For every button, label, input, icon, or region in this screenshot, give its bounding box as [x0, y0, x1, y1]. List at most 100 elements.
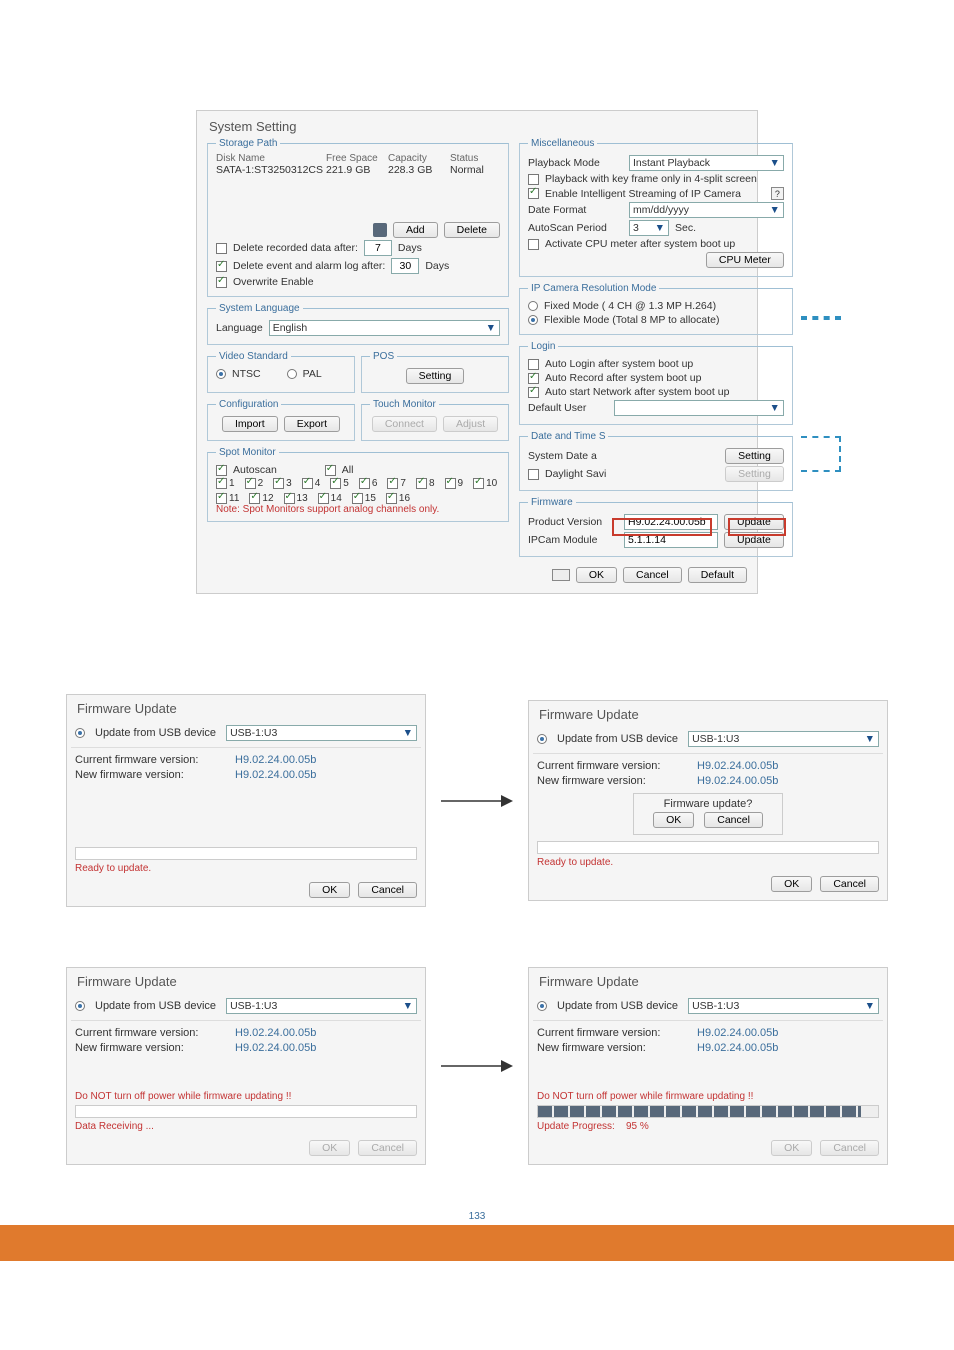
spot-channel-3[interactable]: 3	[273, 478, 292, 489]
cpu-meter-checkbox[interactable]	[528, 239, 539, 250]
callout-dash-1	[801, 316, 841, 320]
spot-channel-checkbox[interactable]	[330, 478, 341, 489]
delete-recorded-checkbox[interactable]	[216, 243, 227, 254]
import-button[interactable]: Import	[222, 416, 278, 432]
flexible-mode-radio[interactable]	[528, 315, 538, 325]
spot-channel-15[interactable]: 15	[352, 493, 376, 504]
fw1-ok-button[interactable]: OK	[309, 882, 350, 898]
spot-channel-10[interactable]: 10	[473, 478, 497, 489]
pal-radio[interactable]	[287, 369, 297, 379]
autoscan-checkbox[interactable]	[216, 465, 227, 476]
spot-channel-14[interactable]: 14	[318, 493, 342, 504]
delete-recorded-days-input[interactable]	[364, 240, 392, 256]
delete-event-days-input[interactable]	[391, 258, 419, 274]
language-select[interactable]: English ▼	[269, 320, 500, 336]
system-setting-dialog: System Setting Storage Path Disk Name Fr…	[196, 110, 758, 594]
update-usb-radio[interactable]	[537, 1001, 547, 1011]
spot-channel-checkbox[interactable]	[284, 493, 295, 504]
spot-channel-9[interactable]: 9	[445, 478, 464, 489]
auto-record-checkbox[interactable]	[528, 373, 539, 384]
spot-channel-checkbox[interactable]	[245, 478, 256, 489]
usb-device-value: USB-1:U3	[230, 727, 277, 739]
date-setting-button[interactable]: Setting	[725, 448, 784, 464]
update-usb-radio[interactable]	[537, 734, 547, 744]
spot-channel-checkbox[interactable]	[216, 493, 227, 504]
update-usb-radio[interactable]	[75, 728, 85, 738]
system-cancel-button[interactable]: Cancel	[623, 567, 682, 583]
date-format-select[interactable]: mm/dd/yyyy ▼	[629, 202, 784, 218]
ntsc-radio[interactable]	[216, 369, 226, 379]
fw2-cancel-button[interactable]: Cancel	[820, 876, 879, 892]
usb-device-select[interactable]: USB-1:U3 ▼	[688, 998, 879, 1014]
touch-connect-button[interactable]: Connect	[372, 416, 437, 432]
daylight-checkbox[interactable]	[528, 469, 539, 480]
spot-channel-13[interactable]: 13	[284, 493, 308, 504]
spot-channel-12[interactable]: 12	[249, 493, 273, 504]
daylight-setting-button[interactable]: Setting	[725, 466, 784, 482]
update-usb-radio[interactable]	[75, 1001, 85, 1011]
current-fw-label: Current firmware version:	[75, 1027, 225, 1039]
confirm-cancel-button[interactable]: Cancel	[704, 812, 763, 828]
delete-event-label: Delete event and alarm log after:	[233, 260, 385, 272]
fw-title: Firmware Update	[75, 699, 417, 722]
pos-setting-button[interactable]: Setting	[406, 368, 465, 384]
disk-row[interactable]: SATA-1:ST3250312CS 221.9 GB 228.3 GB Nor…	[216, 164, 500, 176]
spot-channel-checkbox[interactable]	[386, 493, 397, 504]
spot-channel-checkbox[interactable]	[473, 478, 484, 489]
spot-channel-checkbox[interactable]	[302, 478, 313, 489]
delete-event-checkbox[interactable]	[216, 261, 227, 272]
spot-channel-16[interactable]: 16	[386, 493, 410, 504]
auto-network-checkbox[interactable]	[528, 387, 539, 398]
playback-mode-select[interactable]: Instant Playback ▼	[629, 155, 784, 171]
spot-channel-checkbox[interactable]	[359, 478, 370, 489]
confirm-title: Firmware update?	[642, 798, 774, 810]
fw3-cancel-button: Cancel	[358, 1140, 417, 1156]
add-disk-button[interactable]: Add	[393, 222, 438, 238]
autoscan-period-value: 3	[633, 222, 639, 234]
touch-adjust-button[interactable]: Adjust	[443, 416, 498, 432]
firmware-update-button[interactable]: Update	[724, 514, 784, 530]
fixed-mode-radio[interactable]	[528, 301, 538, 311]
spot-channel-checkbox[interactable]	[387, 478, 398, 489]
ipcam-update-button[interactable]: Update	[724, 532, 784, 548]
delete-disk-button[interactable]: Delete	[444, 222, 500, 238]
current-fw-value: H9.02.24.00.05b	[235, 754, 316, 766]
spot-channel-checkbox[interactable]	[249, 493, 260, 504]
spot-channel-6[interactable]: 6	[359, 478, 378, 489]
ip-stream-checkbox[interactable]	[528, 188, 539, 199]
fw1-cancel-button[interactable]: Cancel	[358, 882, 417, 898]
help-icon[interactable]: ?	[771, 187, 784, 200]
usb-device-select[interactable]: USB-1:U3 ▼	[226, 725, 417, 741]
spot-channel-5[interactable]: 5	[330, 478, 349, 489]
usb-device-select[interactable]: USB-1:U3 ▼	[226, 998, 417, 1014]
overwrite-checkbox[interactable]	[216, 277, 227, 288]
cpu-meter-button[interactable]: CPU Meter	[706, 252, 784, 268]
confirm-ok-button[interactable]: OK	[653, 812, 694, 828]
spot-channel-checkbox[interactable]	[352, 493, 363, 504]
system-ok-button[interactable]: OK	[576, 567, 617, 583]
spot-channel-2[interactable]: 2	[245, 478, 264, 489]
default-user-select[interactable]: ▼	[614, 400, 784, 416]
spot-channel-11[interactable]: 11	[216, 493, 239, 504]
col-name: Disk Name	[216, 153, 326, 164]
keyboard-icon[interactable]	[552, 569, 570, 581]
spot-channel-checkbox[interactable]	[318, 493, 329, 504]
fw3-ok-button: OK	[309, 1140, 350, 1156]
spot-channel-checkbox[interactable]	[445, 478, 456, 489]
spot-channel-7[interactable]: 7	[387, 478, 406, 489]
spot-channel-4[interactable]: 4	[302, 478, 321, 489]
keyframe-checkbox[interactable]	[528, 174, 539, 185]
spot-channel-checkbox[interactable]	[416, 478, 427, 489]
auto-login-checkbox[interactable]	[528, 359, 539, 370]
usb-device-select[interactable]: USB-1:U3 ▼	[688, 731, 879, 747]
system-default-button[interactable]: Default	[688, 567, 747, 583]
fw2-ok-button[interactable]: OK	[771, 876, 812, 892]
autoscan-period-select[interactable]: 3 ▼	[629, 220, 669, 236]
new-fw-label: New firmware version:	[75, 769, 225, 781]
spot-channel-checkbox[interactable]	[273, 478, 284, 489]
spot-channel-1[interactable]: 1	[216, 478, 235, 489]
all-checkbox[interactable]	[325, 465, 336, 476]
export-button[interactable]: Export	[284, 416, 340, 432]
spot-channel-checkbox[interactable]	[216, 478, 227, 489]
spot-channel-8[interactable]: 8	[416, 478, 435, 489]
